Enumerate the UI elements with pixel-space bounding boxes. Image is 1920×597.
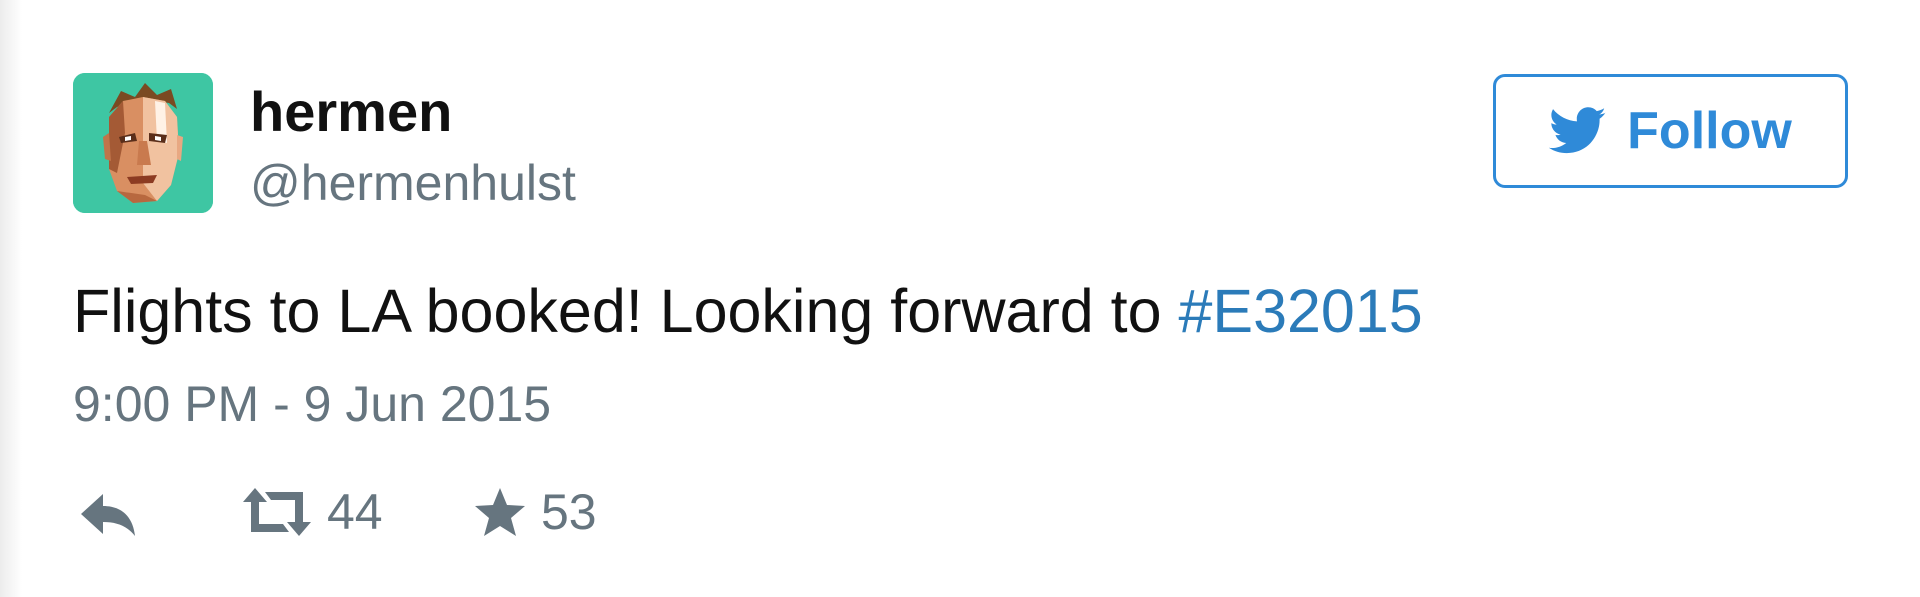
reply-icon bbox=[81, 494, 135, 536]
reply-button[interactable] bbox=[77, 488, 141, 538]
favorite-button[interactable]: 53 bbox=[473, 482, 597, 542]
tweet-timestamp[interactable]: 9:00 PM - 9 Jun 2015 bbox=[73, 374, 551, 434]
follow-label: Follow bbox=[1627, 102, 1792, 160]
tweet-actions: 44 53 bbox=[73, 482, 873, 542]
retweet-button[interactable]: 44 bbox=[241, 482, 383, 542]
favorite-count: 53 bbox=[541, 484, 597, 540]
retweet-icon bbox=[243, 488, 311, 536]
star-icon bbox=[475, 488, 525, 536]
follow-button[interactable]: Follow bbox=[1493, 74, 1848, 188]
avatar[interactable] bbox=[73, 73, 213, 213]
user-handle[interactable]: @hermenhulst bbox=[250, 153, 576, 213]
hashtag-link[interactable]: #E32015 bbox=[1178, 277, 1422, 345]
user-display-name[interactable]: hermen bbox=[250, 80, 452, 144]
embedded-tweet: hermen @hermenhulst Follow Flights to LA… bbox=[0, 0, 1920, 597]
twitter-bird-icon bbox=[1549, 107, 1607, 155]
avatar-face-icon bbox=[73, 73, 213, 213]
tweet-text: Flights to LA booked! Looking forward to… bbox=[73, 276, 1423, 346]
retweet-count: 44 bbox=[327, 484, 383, 540]
tweet-text-body: Flights to LA booked! Looking forward to bbox=[73, 277, 1179, 345]
